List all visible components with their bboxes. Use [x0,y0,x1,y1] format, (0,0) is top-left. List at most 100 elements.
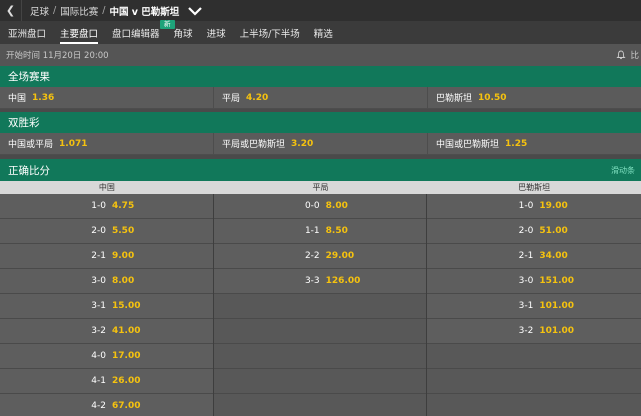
back-arrow-icon[interactable]: ❮ [0,0,22,21]
score-label: 3-1 [91,301,106,311]
score-odds: 101.00 [539,301,575,311]
chevron-down-icon[interactable] [187,5,203,17]
score-label: 3-1 [518,301,534,311]
tab-main-markets[interactable]: 主要盘口 [60,21,99,44]
section-title: 双胜彩 [8,117,40,129]
score-odds: 8.50 [325,226,348,236]
bell-icon[interactable] [616,50,627,60]
score-cell-home[interactable]: 4-2 67.00 [0,394,213,416]
score-cell-away[interactable]: 3-1 101.00 [427,294,641,319]
tab-halves[interactable]: 上半场/下半场 [240,21,300,44]
draw-score-column: 0-0 8.00 1-1 8.50 2-2 29.00 3-3 126.00 [213,194,428,416]
selection-odds: 1.25 [505,138,528,149]
selection-name: 巴勒斯坦 [436,94,473,104]
column-header-draw: 平局 [312,183,329,192]
breadcrumb-separator: / [102,5,106,16]
tab-bet-builder[interactable]: 盘口编辑器 新 [112,20,175,44]
double-chance-row: 中国或平局 1.071 平局或巴勒斯坦 3.20 中国或巴勒斯坦 1.25 [0,133,641,155]
tab-asian-handicap[interactable]: 亚洲盘口 [8,21,46,44]
score-cell-away[interactable]: 2-0 51.00 [427,219,641,244]
score-label: 1-0 [518,201,534,211]
score-odds: 67.00 [112,401,141,411]
empty-score-cell [427,344,641,369]
full-time-result-row: 中国 1.36 平局 4.20 巴勒斯坦 10.50 [0,87,641,109]
score-cell-home[interactable]: 4-1 26.00 [0,369,213,394]
score-label: 4-1 [91,376,106,386]
selection-odds: 3.20 [291,138,314,149]
breadcrumb-separator: / [53,5,57,16]
score-label: 3-2 [91,326,106,336]
selection-away[interactable]: 巴勒斯坦 10.50 [428,87,641,108]
empty-score-cell [213,294,427,319]
score-label: 1-0 [91,201,106,211]
tab-goals[interactable]: 进球 [207,21,226,44]
selection-draw[interactable]: 平局 4.20 [214,87,428,108]
correct-score-header[interactable]: 正确比分 滑动条 [0,159,641,181]
column-header-home: 中国 [98,183,115,192]
score-label: 3-0 [518,276,534,286]
tab-featured[interactable]: 精选 [314,21,333,44]
score-odds: 8.00 [325,201,348,211]
stats-link[interactable]: 比 [630,49,639,61]
score-odds: 26.00 [112,376,141,386]
score-cell-home[interactable]: 2-0 5.50 [0,219,213,244]
score-cell-home[interactable]: 4-0 17.00 [0,344,213,369]
tab-corners[interactable]: 角球 [174,21,193,44]
score-label: 2-0 [91,226,106,236]
score-cell-away[interactable]: 3-2 101.00 [427,319,641,344]
score-cell-home[interactable]: 3-2 41.00 [0,319,213,344]
score-cell-draw[interactable]: 0-0 8.00 [213,194,427,219]
score-odds: 151.00 [539,276,575,286]
score-label: 2-2 [304,251,320,261]
score-cell-away[interactable]: 1-0 19.00 [427,194,641,219]
breadcrumb: 足球 / 国际比赛 / 中国 v 巴勒斯坦 [22,4,203,18]
score-label: 4-2 [91,401,106,411]
score-odds: 51.00 [539,226,568,236]
score-odds: 9.00 [112,251,135,261]
score-odds: 4.75 [112,201,135,211]
score-cell-draw[interactable]: 3-3 126.00 [213,269,427,294]
empty-score-cell [213,394,427,416]
score-label: 0-0 [304,201,320,211]
score-cell-away[interactable]: 2-1 34.00 [427,244,641,269]
score-odds: 29.00 [325,251,355,261]
score-cell-home[interactable]: 3-0 8.00 [0,269,213,294]
score-cell-home[interactable]: 3-1 15.00 [0,294,213,319]
score-odds: 17.00 [112,351,141,361]
selection-home-or-away[interactable]: 中国或巴勒斯坦 1.25 [428,133,641,154]
breadcrumb-item-football[interactable]: 足球 [30,4,49,18]
new-badge: 新 [160,20,175,29]
selection-home-or-draw[interactable]: 中国或平局 1.071 [0,133,214,154]
home-score-column: 1-0 4.75 2-0 5.50 2-1 9.00 3-0 8.00 3-1 15.00 3-2 4… [0,194,214,416]
selection-home[interactable]: 中国 1.36 [0,87,214,108]
breadcrumb-current-match[interactable]: 中国 v 巴勒斯坦 [109,4,179,18]
score-cell-home[interactable]: 1-0 4.75 [0,194,213,219]
selection-name: 平局 [222,94,241,104]
score-odds: 34.00 [539,251,568,261]
selection-name: 中国或巴勒斯坦 [436,140,500,150]
breadcrumb-item-international[interactable]: 国际比赛 [60,4,98,18]
double-chance-header[interactable]: 双胜彩 [0,112,641,133]
selection-name: 中国或平局 [8,140,54,150]
score-cell-away[interactable]: 3-0 151.00 [427,269,641,294]
slider-link[interactable]: 滑动条 [611,165,635,176]
score-odds: 5.50 [112,226,135,236]
correct-score-column-headers: 中国 平局 巴勒斯坦 [0,181,641,194]
selection-name: 中国 [8,94,27,104]
top-bar: ❮ 足球 / 国际比赛 / 中国 v 巴勒斯坦 [0,0,641,21]
score-label: 2-1 [91,251,106,261]
empty-score-cell [427,394,641,416]
full-time-result-header[interactable]: 全场赛果 [0,66,641,87]
correct-score-grid: 1-0 4.75 2-0 5.50 2-1 9.00 3-0 8.00 3-1 15.00 3-2 4… [0,194,641,416]
score-cell-draw[interactable]: 1-1 8.50 [213,219,427,244]
score-cell-draw[interactable]: 2-2 29.00 [213,244,427,269]
score-cell-home[interactable]: 2-1 9.00 [0,244,213,269]
score-label: 2-1 [518,251,534,261]
score-label: 3-2 [518,326,534,336]
score-odds: 19.00 [539,201,568,211]
score-odds: 8.00 [112,276,135,286]
start-time: 开始时间 11月20日 20:00 [6,51,109,61]
score-label: 4-0 [91,351,106,361]
selection-draw-or-away[interactable]: 平局或巴勒斯坦 3.20 [214,133,428,154]
section-title: 正确比分 [8,164,50,177]
